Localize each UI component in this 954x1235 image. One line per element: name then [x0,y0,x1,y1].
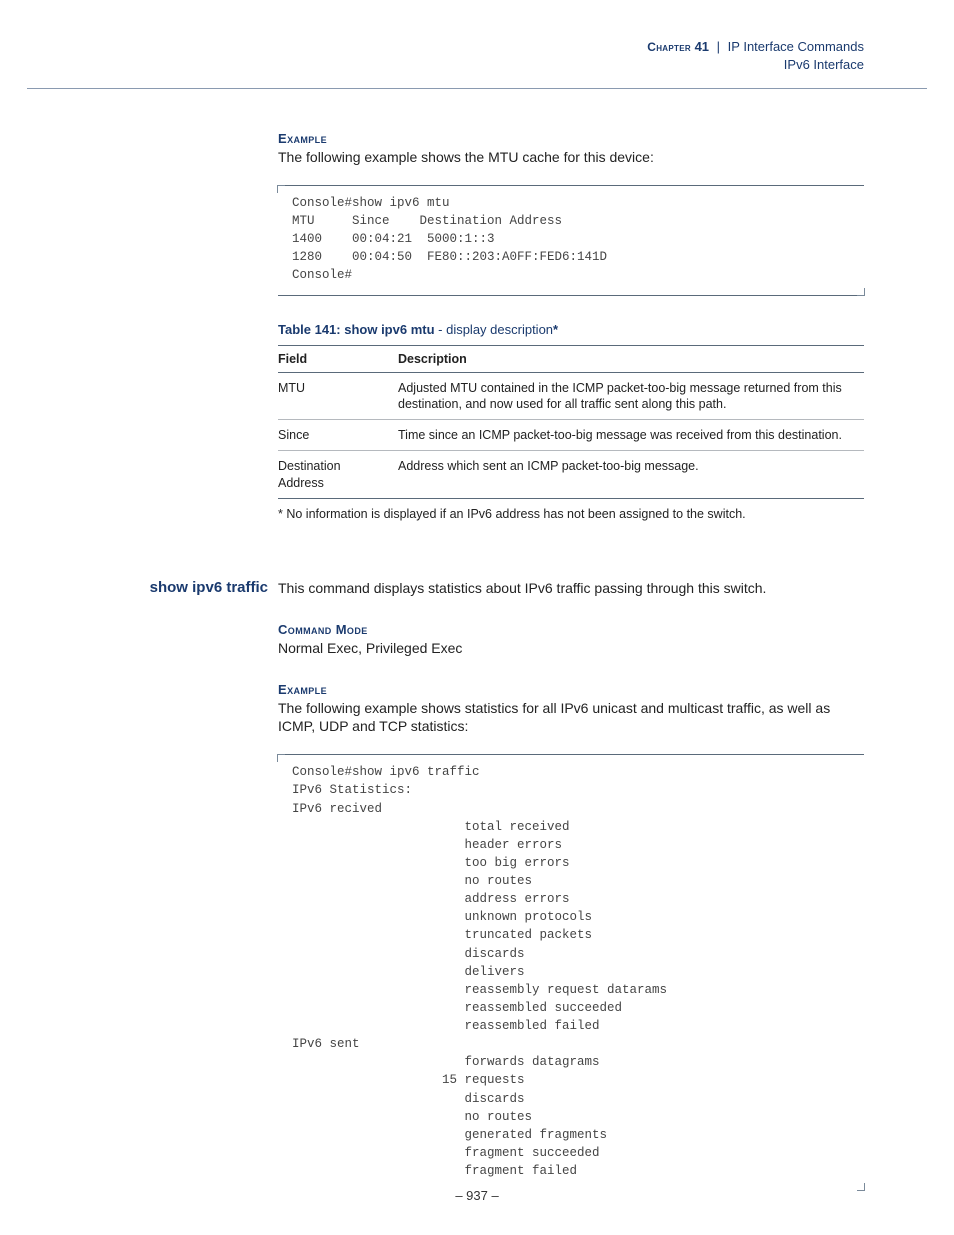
code-block-2: Console#show ipv6 traffic IPv6 Statistic… [278,754,864,1190]
table-141-footnote: * No information is displayed if an IPv6… [278,507,864,521]
table-title-bold: Table 141: show ipv6 mtu [278,322,435,337]
table-141-title: Table 141: show ipv6 mtu - display descr… [278,322,864,337]
table-row: Since Time since an ICMP packet-too-big … [278,420,864,451]
example-heading-1: Example [278,131,864,146]
table-cell-field: Since [278,420,398,451]
table-cell-field: MTU [278,372,398,420]
example-text-1: The following example shows the MTU cach… [278,148,864,167]
table-title-rest: - display description [435,322,554,337]
chapter-number: 41 [695,39,709,54]
command-mode-text: Normal Exec, Privileged Exec [278,639,864,658]
example-text-2: The following example shows statistics f… [278,699,864,737]
page-number: – 937 – [0,1188,954,1203]
table-cell-desc: Time since an ICMP packet-too-big messag… [398,420,864,451]
command-mode-heading: Command Mode [278,622,864,637]
table-row: Destination Address Address which sent a… [278,451,864,499]
table-cell-desc: Address which sent an ICMP packet-too-bi… [398,451,864,499]
table-141: Field Description MTU Adjusted MTU conta… [278,345,864,499]
command-description: This command displays statistics about I… [278,579,864,598]
table-header-field: Field [278,345,398,372]
page-header: Chapter 41 | IP Interface Commands IPv6 … [647,38,864,74]
table-header-desc: Description [398,345,864,372]
table-cell-desc: Adjusted MTU contained in the ICMP packe… [398,372,864,420]
table-title-asterisk: * [553,322,558,337]
table-cell-field: Destination Address [278,451,398,499]
section-title: IP Interface Commands [728,39,864,54]
chapter-label: Chapter [647,40,691,54]
code-block-1: Console#show ipv6 mtu MTU Since Destinat… [278,185,864,296]
command-name: show ipv6 traffic [118,579,268,596]
header-divider: | [713,39,724,54]
table-row: MTU Adjusted MTU contained in the ICMP p… [278,372,864,420]
example-heading-2: Example [278,682,864,697]
subsection-title: IPv6 Interface [647,56,864,74]
